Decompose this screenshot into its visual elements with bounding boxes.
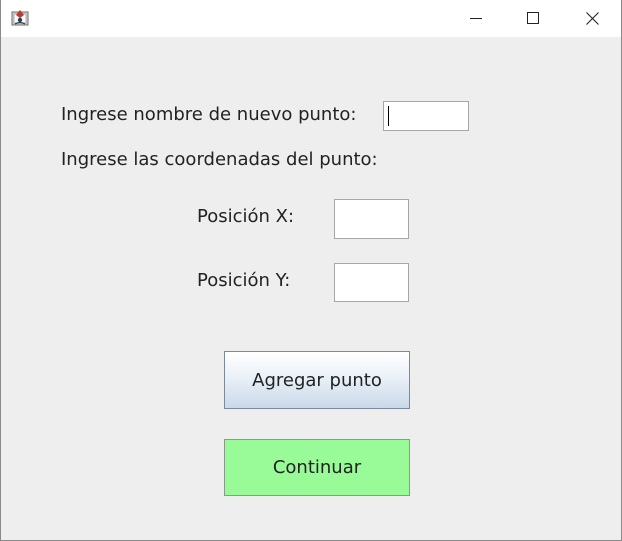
form-panel: Ingrese nombre de nuevo punto: Ingrese l… <box>1 37 621 540</box>
continue-button-label: Continuar <box>272 457 362 478</box>
point-name-label: Ingrese nombre de nuevo punto: <box>61 104 357 125</box>
position-x-input[interactable] <box>334 199 409 239</box>
title-bar[interactable] <box>1 0 621 37</box>
point-name-input[interactable] <box>383 101 469 131</box>
minimize-button[interactable] <box>447 0 505 36</box>
close-icon <box>585 11 599 25</box>
position-x-label: Posición X: <box>197 206 295 227</box>
app-window: Ingrese nombre de nuevo punto: Ingrese l… <box>0 0 622 541</box>
continue-button[interactable]: Continuar <box>224 439 410 496</box>
java-app-icon[interactable] <box>11 9 31 27</box>
maximize-button[interactable] <box>504 0 562 36</box>
maximize-icon <box>527 12 539 24</box>
position-y-input[interactable] <box>334 263 409 302</box>
close-button[interactable] <box>563 0 621 36</box>
add-point-button-label: Agregar punto <box>252 369 382 391</box>
add-point-button[interactable]: Agregar punto <box>224 351 410 409</box>
coordinates-label: Ingrese las coordenadas del punto: <box>61 149 378 170</box>
text-caret <box>388 106 389 126</box>
position-y-label: Posición Y: <box>197 270 291 291</box>
minimize-icon <box>470 18 482 19</box>
